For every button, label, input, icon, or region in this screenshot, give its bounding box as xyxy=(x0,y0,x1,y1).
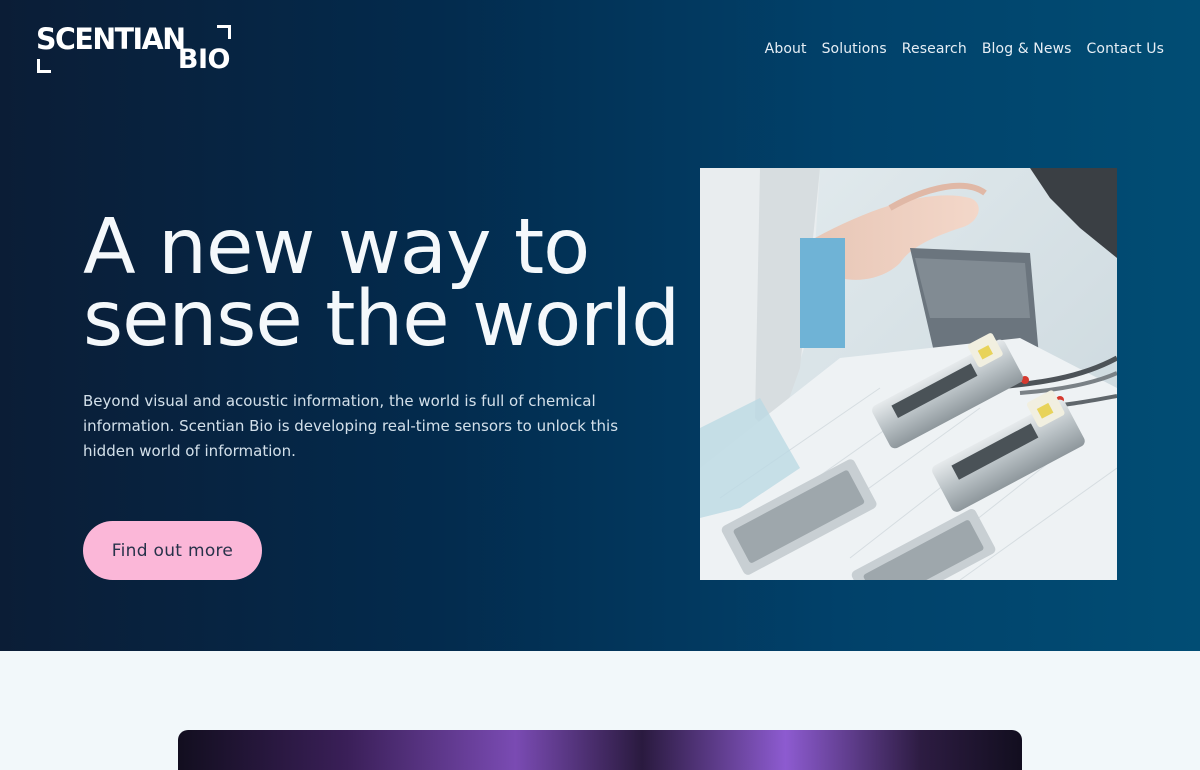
nav-link-about[interactable]: About xyxy=(765,40,807,58)
nav-link-research[interactable]: Research xyxy=(902,40,967,58)
main-nav: About Solutions Research Blog & News Con… xyxy=(765,40,1164,58)
lab-sensor-device-image xyxy=(700,168,1117,580)
hero-lab-photo xyxy=(700,168,1117,580)
find-out-more-button[interactable]: Find out more xyxy=(83,521,262,580)
hero-section: SCENTIAN BIO About Solutions Research Bl… xyxy=(0,0,1200,651)
featured-image-card xyxy=(178,730,1022,770)
nav-link-blog-news[interactable]: Blog & News xyxy=(982,40,1072,58)
logo-text-line1: SCENTIAN xyxy=(36,22,186,56)
logo-corner-mark xyxy=(37,59,51,73)
hero-description: Beyond visual and acoustic information, … xyxy=(83,392,619,460)
hero-headline-line2: sense the world xyxy=(83,275,680,364)
hero-headline-line1: A new way to xyxy=(83,203,590,292)
scentian-bio-logo[interactable]: SCENTIAN BIO xyxy=(36,24,231,74)
nav-link-contact-us[interactable]: Contact Us xyxy=(1087,40,1164,58)
nav-link-solutions[interactable]: Solutions xyxy=(822,40,887,58)
hero-headline: A new way to sense the world xyxy=(83,203,680,364)
logo-corner-mark xyxy=(217,25,231,39)
logo-text-line2: BIO xyxy=(177,44,231,75)
page: SCENTIAN BIO About Solutions Research Bl… xyxy=(0,0,1200,770)
